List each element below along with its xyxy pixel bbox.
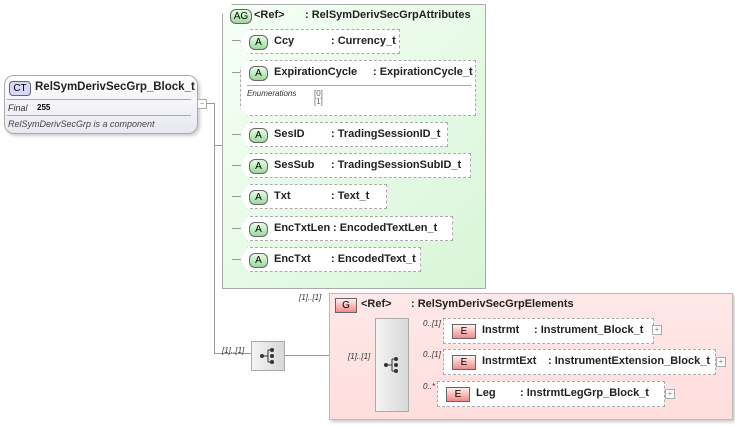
attribute-badge: A [249, 159, 268, 174]
expand-button[interactable]: + [716, 357, 726, 367]
attribute-type: : TradingSessionID_t [331, 128, 441, 140]
attribute-name: SesID [274, 128, 305, 140]
element-type: : Instrument_Block_t [534, 324, 644, 336]
element-instrmt[interactable]: E Instrmt : Instrument_Block_t [443, 318, 654, 344]
ag-badge: AG [230, 9, 252, 24]
element-instrmtext[interactable]: E InstrmtExt : InstrumentExtension_Block… [443, 349, 716, 375]
collapse-button[interactable]: − [197, 99, 207, 109]
inner-sequence-icon[interactable] [375, 318, 409, 412]
element-badge: E [452, 324, 476, 339]
enumerations-label: Enumerations [247, 89, 297, 98]
element-name: InstrmtExt [482, 355, 537, 367]
group-ref: <Ref> [361, 298, 392, 310]
attribute-name: EncTxt [274, 253, 311, 265]
outer-sequence-cardinality: [1]..[1] [222, 346, 245, 355]
element-badge: E [446, 387, 470, 402]
attribute-type: : EncodedText_t [331, 253, 416, 265]
element-cardinality: 0..[1] [423, 350, 441, 359]
element-name: Instrmt [482, 324, 520, 336]
attribute-name: EncTxtLen [274, 222, 331, 234]
final-label: Final [8, 103, 28, 113]
complex-type-name: RelSymDerivSecGrp_Block_t [35, 81, 195, 93]
attribute-sesid[interactable]: A SesID : TradingSessionID_t [240, 122, 448, 147]
complex-type-description: RelSymDerivSecGrp is a component [8, 119, 155, 129]
attribute-badge: A [249, 66, 268, 81]
attribute-badge: A [249, 35, 268, 50]
element-cardinality: 0..* [423, 382, 436, 391]
attribute-name: Ccy [274, 35, 295, 47]
attribute-expirationcycle[interactable]: A ExpirationCycle : ExpirationCycle_t En… [240, 60, 476, 116]
attribute-name: Txt [274, 190, 291, 202]
final-value: 255 [37, 103, 51, 112]
attribute-txt[interactable]: A Txt : Text_t [240, 184, 387, 209]
ct-badge: CT [9, 81, 31, 96]
attribute-enctxtlen[interactable]: A EncTxtLen : EncodedTextLen_t [240, 216, 453, 241]
attribute-type: : Text_t [331, 190, 370, 202]
g-badge: G [335, 298, 357, 313]
enum-value: [1] [314, 97, 323, 106]
element-type: : InstrmtLegGrp_Block_t [520, 387, 649, 399]
element-badge: E [452, 355, 476, 370]
complex-type-box[interactable]: CT RelSymDerivSecGrp_Block_t Final 255 R… [4, 75, 198, 134]
attribute-badge: A [249, 222, 268, 237]
ag-name: : RelSymDerivSecGrpAttributes [305, 9, 471, 21]
attribute-enctxt[interactable]: A EncTxt : EncodedText_t [240, 247, 421, 272]
element-leg[interactable]: E Leg : InstrmtLegGrp_Block_t [437, 381, 665, 407]
attribute-ccy[interactable]: A Ccy : Currency_t [240, 29, 400, 54]
inner-sequence-cardinality: [1]..[1] [348, 352, 371, 361]
element-name: Leg [476, 387, 496, 399]
attribute-sessub[interactable]: A SesSub : TradingSessionSubID_t [240, 153, 471, 178]
attribute-type: : EncodedTextLen_t [333, 222, 438, 234]
attribute-type: : Currency_t [331, 35, 396, 47]
group-cardinality: [1]..[1] [299, 293, 322, 302]
attribute-name: ExpirationCycle [274, 66, 358, 78]
attribute-badge: A [249, 190, 268, 205]
sequence-icon[interactable] [251, 341, 285, 371]
expand-button[interactable]: + [652, 325, 662, 335]
attribute-badge: A [249, 253, 268, 268]
element-cardinality: 0..[1] [423, 319, 441, 328]
ag-ref: <Ref> [254, 9, 285, 21]
group-name: : RelSymDerivSecGrpElements [411, 298, 574, 310]
attribute-name: SesSub [274, 159, 315, 171]
element-type: : InstrumentExtension_Block_t [548, 355, 710, 367]
attribute-type: : ExpirationCycle_t [373, 66, 473, 78]
attribute-badge: A [249, 128, 268, 143]
attribute-type: : TradingSessionSubID_t [331, 159, 462, 171]
expand-button[interactable]: + [665, 389, 675, 399]
